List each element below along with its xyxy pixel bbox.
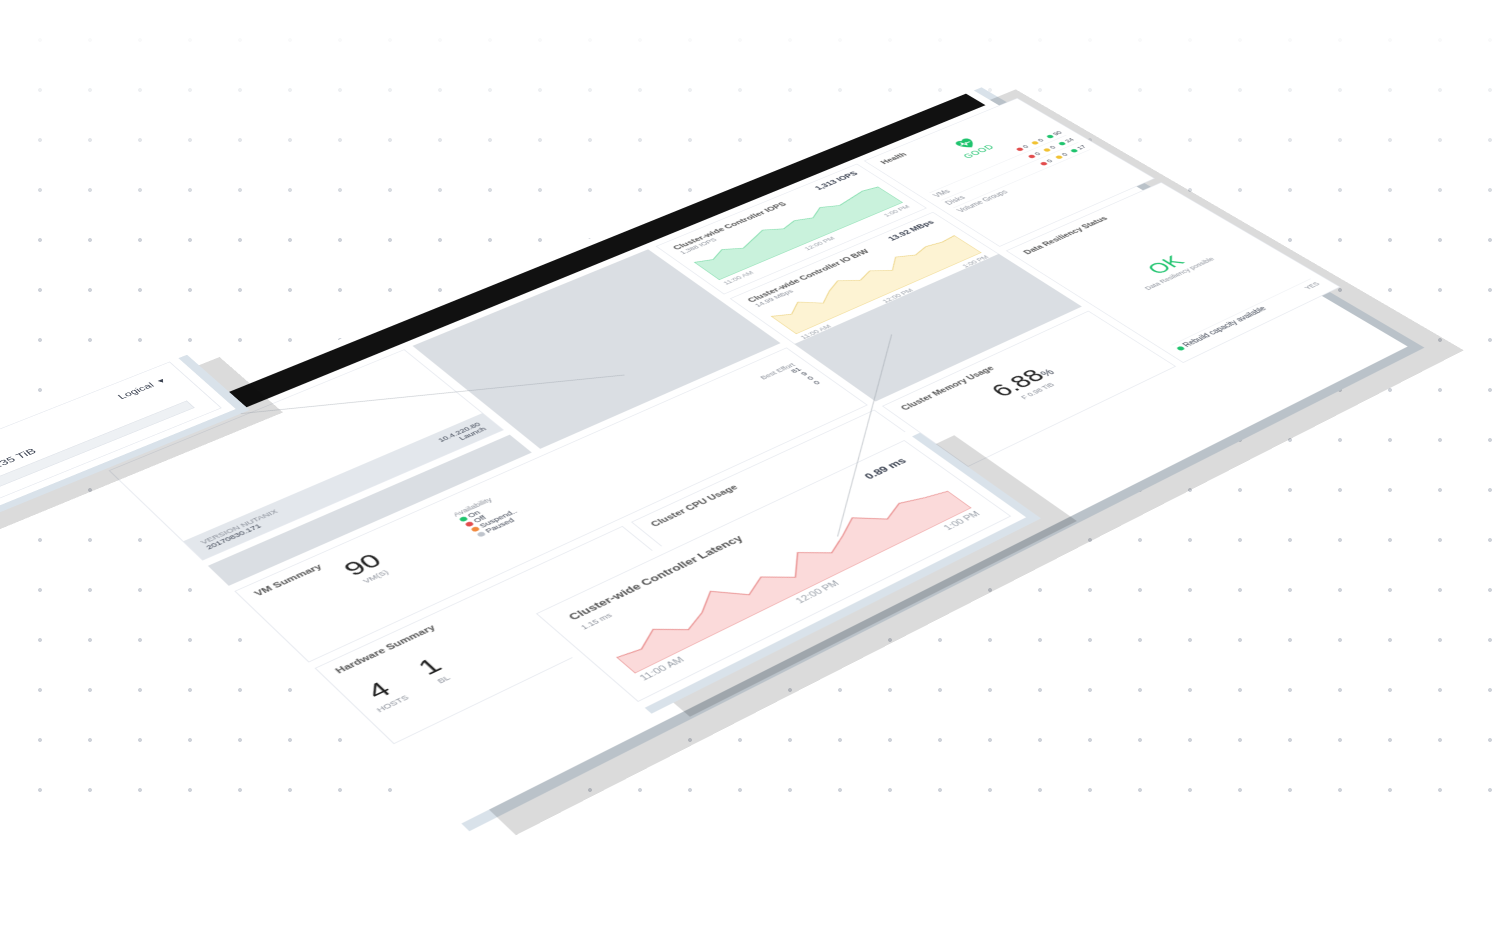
resiliency-status: OK: [1085, 227, 1245, 304]
rebuild-value: YES: [1302, 280, 1321, 290]
storage-dropdown-label: Logical: [116, 380, 156, 400]
chevron-down-icon: ▾: [152, 376, 167, 385]
